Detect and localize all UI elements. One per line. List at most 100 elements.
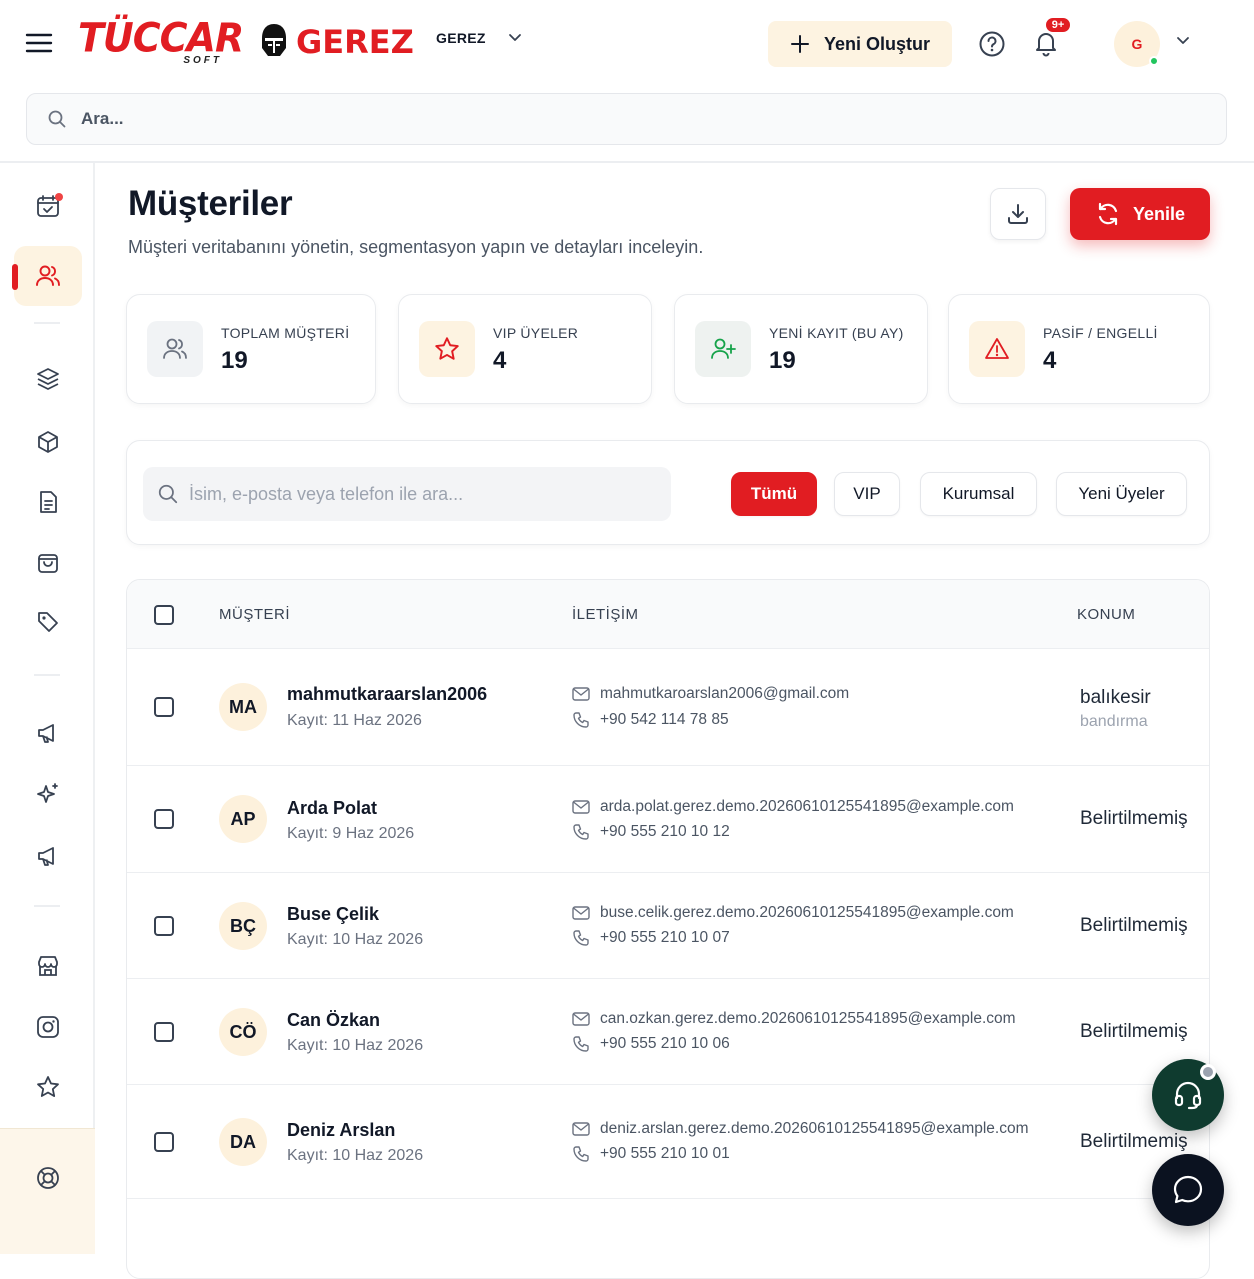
customer-phone: +90 555 210 10 12 [572, 823, 730, 841]
refresh-label: Yenile [1132, 203, 1186, 224]
customer-name[interactable]: Deniz Arslan [287, 1120, 395, 1141]
sidebar-item-calendar[interactable] [14, 176, 82, 236]
filter-chip-all[interactable]: Tümü [731, 472, 817, 516]
customer-email[interactable]: arda.polat.gerez.demo.20260610125541895@… [572, 798, 1014, 816]
column-header-contact[interactable]: İLETİŞİM [572, 606, 639, 623]
filter-chip-new-members[interactable]: Yeni Üyeler [1056, 472, 1187, 516]
sidebar-divider [34, 905, 60, 907]
sidebar-item-documents[interactable] [14, 472, 82, 532]
customer-search-bar[interactable] [143, 467, 671, 521]
customer-search-input[interactable] [189, 483, 659, 505]
header-divider [0, 161, 1254, 163]
layers-icon [35, 366, 61, 392]
refresh-button[interactable]: Yenile [1070, 188, 1210, 240]
star-icon [35, 1074, 61, 1100]
stat-label: VIP ÜYELER [493, 325, 579, 341]
tuccar-logo-sub: SOFT [183, 55, 222, 66]
customer-location: Belirtilmemiş [1080, 915, 1188, 936]
select-all-checkbox[interactable] [154, 605, 174, 625]
customer-phone: +90 555 210 10 06 [572, 1035, 730, 1053]
row-checkbox[interactable] [154, 1022, 174, 1042]
column-header-location[interactable]: KONUM [1077, 606, 1135, 623]
row-checkbox[interactable] [154, 697, 174, 717]
sidebar-divider [34, 322, 60, 324]
phone-icon [572, 1035, 590, 1053]
customer-name[interactable]: Can Özkan [287, 1010, 380, 1031]
sidebar-item-announcements[interactable] [14, 826, 82, 886]
customer-avatar: CÖ [219, 1008, 267, 1056]
file-list-icon [35, 489, 61, 515]
customer-name[interactable]: Arda Polat [287, 798, 377, 819]
hamburger-menu-icon[interactable] [24, 28, 54, 58]
stat-card-passive-blocked: PASİF / ENGELLİ 4 [948, 294, 1210, 404]
sidebar-item-tags[interactable] [14, 592, 82, 652]
customer-phone-text: +90 555 210 10 12 [600, 823, 730, 840]
table-row[interactable]: DA Deniz Arslan Kayıt: 10 Haz 2026 deniz… [127, 1085, 1209, 1199]
customer-email-text: buse.celik.gerez.demo.20260610125541895@… [600, 904, 1014, 921]
mail-icon [572, 687, 590, 701]
customer-location: balıkesir [1080, 687, 1151, 708]
page-title: Müşteriler [128, 184, 293, 223]
customer-name[interactable]: mahmutkaraarslan2006 [287, 684, 487, 705]
sidebar-item-ai[interactable] [14, 764, 82, 824]
customer-table: MÜŞTERİ İLETİŞİM KONUM MA mahmutkaraarsl… [126, 579, 1210, 1279]
sidebar-item-store[interactable] [14, 936, 82, 996]
customer-email[interactable]: mahmutkaroarslan2006@gmail.com [572, 685, 849, 703]
box-icon [35, 429, 61, 455]
users-icon [34, 262, 62, 290]
customer-email[interactable]: can.ozkan.gerez.demo.20260610125541895@e… [572, 1010, 1016, 1028]
company-selector[interactable]: GEREZ [436, 30, 522, 46]
sidebar-item-customers[interactable] [14, 246, 82, 306]
sidebar-divider [34, 674, 60, 676]
stat-card-new-registrations: YENİ KAYIT (BU AY) 19 [674, 294, 928, 404]
stat-card-vip-members: VIP ÜYELER 4 [398, 294, 652, 404]
filter-chip-corporate[interactable]: Kurumsal [920, 472, 1037, 516]
row-checkbox[interactable] [154, 809, 174, 829]
create-new-label: Yeni Oluştur [823, 33, 931, 54]
stat-label: TOPLAM MÜŞTERİ [221, 325, 350, 341]
mail-icon [572, 906, 590, 920]
table-row[interactable]: BÇ Buse Çelik Kayıt: 10 Haz 2026 buse.ce… [127, 873, 1209, 979]
global-search-input[interactable] [81, 109, 1181, 129]
chat-button[interactable] [1152, 1154, 1224, 1226]
customer-avatar: AP [219, 795, 267, 843]
filter-chip-vip[interactable]: VIP [834, 472, 900, 516]
customer-location: Belirtilmemiş [1080, 1021, 1188, 1042]
global-search-bar[interactable] [26, 93, 1227, 145]
help-icon[interactable] [978, 30, 1006, 58]
gerez-logo[interactable]: GEREZ [258, 20, 414, 64]
customer-email-text: arda.polat.gerez.demo.20260610125541895@… [600, 798, 1014, 815]
create-new-button[interactable]: Yeni Oluştur [768, 21, 952, 67]
sidebar-item-support[interactable] [14, 1148, 82, 1208]
sidebar-item-campaigns[interactable] [14, 703, 82, 763]
user-menu-chevron-icon[interactable] [1176, 36, 1190, 46]
tag-icon [35, 609, 61, 635]
sidebar-item-layers[interactable] [14, 349, 82, 409]
sidebar-item-products[interactable] [14, 412, 82, 472]
stat-value: 4 [1043, 347, 1057, 374]
row-checkbox[interactable] [154, 1132, 174, 1152]
customer-phone-text: +90 542 114 78 85 [600, 711, 729, 728]
sidebar-item-favorites[interactable] [14, 1057, 82, 1117]
table-row[interactable]: AP Arda Polat Kayıt: 9 Haz 2026 arda.pol… [127, 766, 1209, 873]
sidebar-item-instagram[interactable] [14, 997, 82, 1057]
tuccar-logo[interactable]: TÜCCAR SOFT [78, 17, 244, 68]
knight-helmet-icon [258, 22, 290, 62]
company-selector-label: GEREZ [436, 30, 486, 46]
customer-avatar: BÇ [219, 902, 267, 950]
table-row[interactable]: MA mahmutkaraarslan2006 Kayıt: 11 Haz 20… [127, 649, 1209, 766]
user-plus-icon [695, 321, 751, 377]
row-checkbox[interactable] [154, 916, 174, 936]
customer-sublocation: bandırma [1080, 713, 1148, 730]
filter-panel: Tümü VIP Kurumsal Yeni Üyeler [126, 440, 1210, 545]
star-icon [419, 321, 475, 377]
mail-icon [572, 800, 590, 814]
table-row[interactable]: CÖ Can Özkan Kayıt: 10 Haz 2026 can.ozka… [127, 979, 1209, 1085]
support-status-dot [1200, 1064, 1216, 1080]
sidebar-item-orders[interactable] [14, 532, 82, 592]
export-button[interactable] [990, 188, 1046, 240]
customer-email[interactable]: deniz.arslan.gerez.demo.2026061012554189… [572, 1120, 1029, 1138]
customer-name[interactable]: Buse Çelik [287, 904, 379, 925]
column-header-customer[interactable]: MÜŞTERİ [219, 606, 290, 623]
customer-email[interactable]: buse.celik.gerez.demo.20260610125541895@… [572, 904, 1014, 922]
